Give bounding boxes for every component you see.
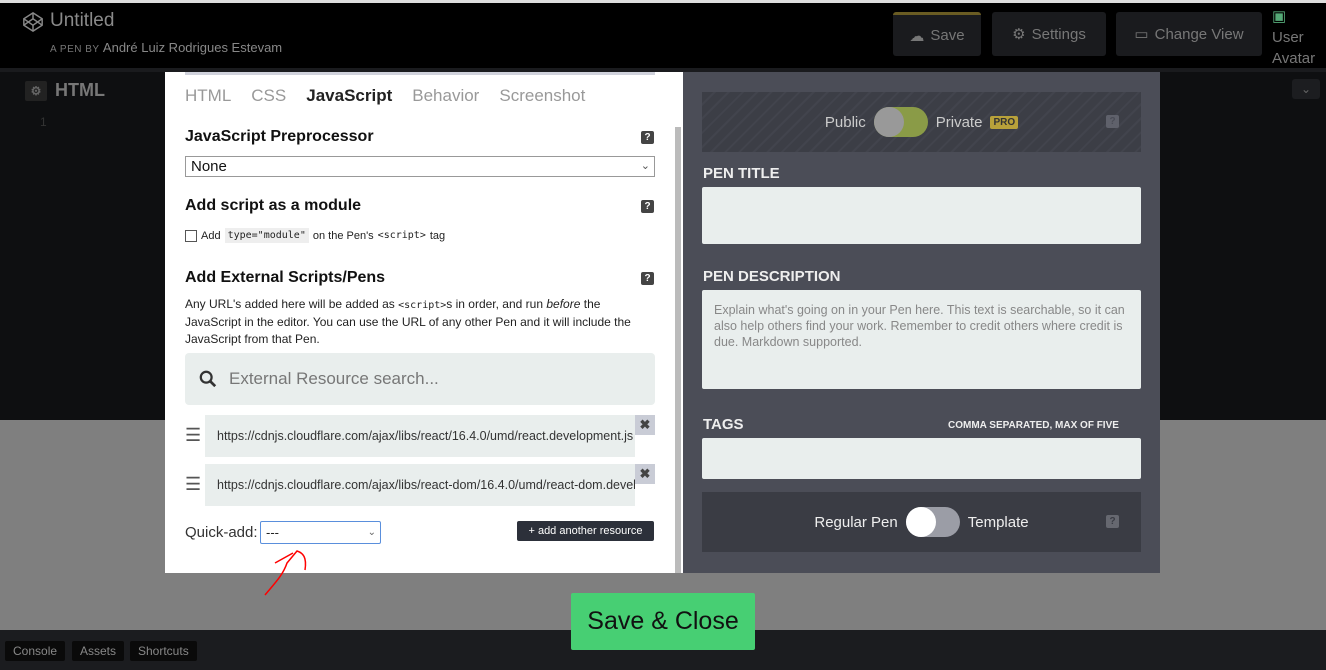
privacy-toggle-row: Public Private PRO ? [702, 92, 1141, 152]
tags-input[interactable] [702, 438, 1141, 479]
template-toggle[interactable] [905, 507, 960, 537]
drag-handle-icon[interactable]: ☰ [185, 425, 201, 446]
external-resource-search[interactable]: External Resource search... [185, 353, 655, 405]
settings-tabs: HTML CSS JavaScript Behavior Screenshot [185, 86, 585, 106]
privacy-toggle[interactable] [873, 107, 928, 137]
view-icon: ▭ [1134, 26, 1149, 43]
remove-resource-icon[interactable]: ✖ [635, 415, 655, 435]
pen-details-panel: Public Private PRO ? PEN TITLE PEN DESCR… [683, 72, 1160, 573]
gear-icon[interactable]: ⚙ [25, 80, 47, 101]
pen-title-label: PEN TITLE [703, 165, 780, 182]
resource-input[interactable]: https://cdnjs.cloudflare.com/ajax/libs/r… [205, 415, 635, 457]
scrollbar[interactable] [675, 127, 681, 573]
byline: A PEN BY André Luiz Rodrigues Estevam [50, 40, 282, 55]
tab-html[interactable]: HTML [185, 86, 231, 106]
tags-label: TAGS [703, 416, 744, 433]
help-icon[interactable]: ? [641, 272, 654, 285]
tags-note: COMMA SEPARATED, MAX OF FIVE [948, 420, 1119, 431]
tab-javascript[interactable]: JavaScript [306, 86, 392, 106]
resource-input[interactable]: https://cdnjs.cloudflare.com/ajax/libs/r… [205, 464, 635, 506]
save-label: Save [930, 27, 965, 44]
pen-title-input[interactable] [702, 187, 1141, 244]
remove-resource-icon[interactable]: ✖ [635, 464, 655, 484]
change-view-button[interactable]: ▭ Change View [1116, 12, 1262, 56]
module-checkbox[interactable] [185, 229, 197, 242]
module-add-text: Add [201, 229, 221, 242]
module-code: type="module" [224, 228, 309, 243]
user-avatar[interactable]: ▣ User Avatar [1272, 6, 1322, 69]
help-icon[interactable]: ? [641, 200, 654, 213]
save-close-button[interactable]: Save & Close [571, 593, 755, 650]
template-label: Template [967, 513, 1029, 531]
search-icon [199, 370, 217, 388]
preprocessor-select[interactable]: None ⌄ [185, 156, 655, 177]
html-panel-title: HTML [55, 80, 105, 100]
by-label: A PEN BY [50, 44, 100, 55]
settings-button[interactable]: ⚙ Settings [992, 12, 1106, 56]
cloud-icon: ☁ [909, 27, 925, 45]
public-label: Public [824, 113, 866, 131]
quick-add-label: Quick-add: [185, 524, 258, 541]
save-button[interactable]: ☁ Save [893, 12, 981, 56]
module-option: Add type="module" on the Pen's <script> … [185, 228, 445, 243]
pen-title[interactable]: Untitled [50, 10, 114, 32]
tab-css[interactable]: CSS [251, 86, 286, 106]
description-placeholder: Explain what's going on in your Pen here… [714, 303, 1125, 349]
drag-handle-icon[interactable]: ☰ [185, 474, 201, 495]
red-arrow-annotation [264, 550, 307, 596]
tab-behavior[interactable]: Behavior [412, 86, 479, 106]
shortcuts-button[interactable]: Shortcuts [130, 641, 197, 661]
pen-description-input[interactable]: Explain what's going on in your Pen here… [702, 290, 1141, 389]
chevron-down-icon: ⌄ [640, 160, 650, 172]
tab-screenshot[interactable]: Screenshot [499, 86, 585, 106]
chevron-down-icon[interactable]: ⌄ [1292, 79, 1320, 99]
pro-badge: PRO [990, 115, 1019, 129]
author-link[interactable]: André Luiz Rodrigues Estevam [103, 40, 282, 55]
quick-add-value: --- [266, 525, 279, 540]
pen-description-label: PEN DESCRIPTION [703, 268, 841, 285]
module-end-text: tag [429, 229, 446, 242]
preprocessor-value: None [191, 158, 227, 175]
regular-pen-label: Regular Pen [814, 513, 898, 531]
settings-panel: HTML CSS JavaScript Behavior Screenshot … [165, 72, 683, 573]
external-heading: Add External Scripts/Pens [185, 269, 386, 286]
assets-button[interactable]: Assets [72, 641, 125, 661]
html-panel-header: ⚙ HTML [25, 80, 105, 101]
help-icon[interactable]: ? [641, 131, 654, 144]
line-number: 1 [40, 115, 47, 129]
settings-label: Settings [1031, 25, 1086, 43]
chevron-down-icon: ⌄ [367, 527, 376, 538]
add-resource-button[interactable]: + add another resource [517, 521, 654, 541]
change-view-label: Change View [1154, 25, 1244, 43]
external-description: Any URL's added here will be added as <s… [185, 297, 631, 346]
script-tag-code: <script> [377, 230, 426, 241]
preprocessor-heading: JavaScript Preprocessor [185, 128, 374, 145]
template-toggle-row: Regular Pen Template ? [702, 492, 1141, 552]
console-button[interactable]: Console [5, 641, 66, 661]
help-icon[interactable]: ? [1106, 115, 1119, 128]
broken-image-icon: ▣ [1272, 8, 1287, 25]
gear-icon: ⚙ [1012, 26, 1026, 43]
codepen-logo-icon[interactable] [22, 11, 44, 33]
search-placeholder: External Resource search... [229, 369, 439, 388]
module-middle-text: on the Pen's [312, 229, 374, 242]
private-label: Private [935, 113, 983, 131]
module-heading: Add script as a module [185, 197, 362, 214]
avatar-alt: User Avatar [1272, 29, 1316, 67]
help-icon[interactable]: ? [1106, 515, 1119, 528]
quick-add-select[interactable]: --- ⌄ [260, 521, 381, 544]
